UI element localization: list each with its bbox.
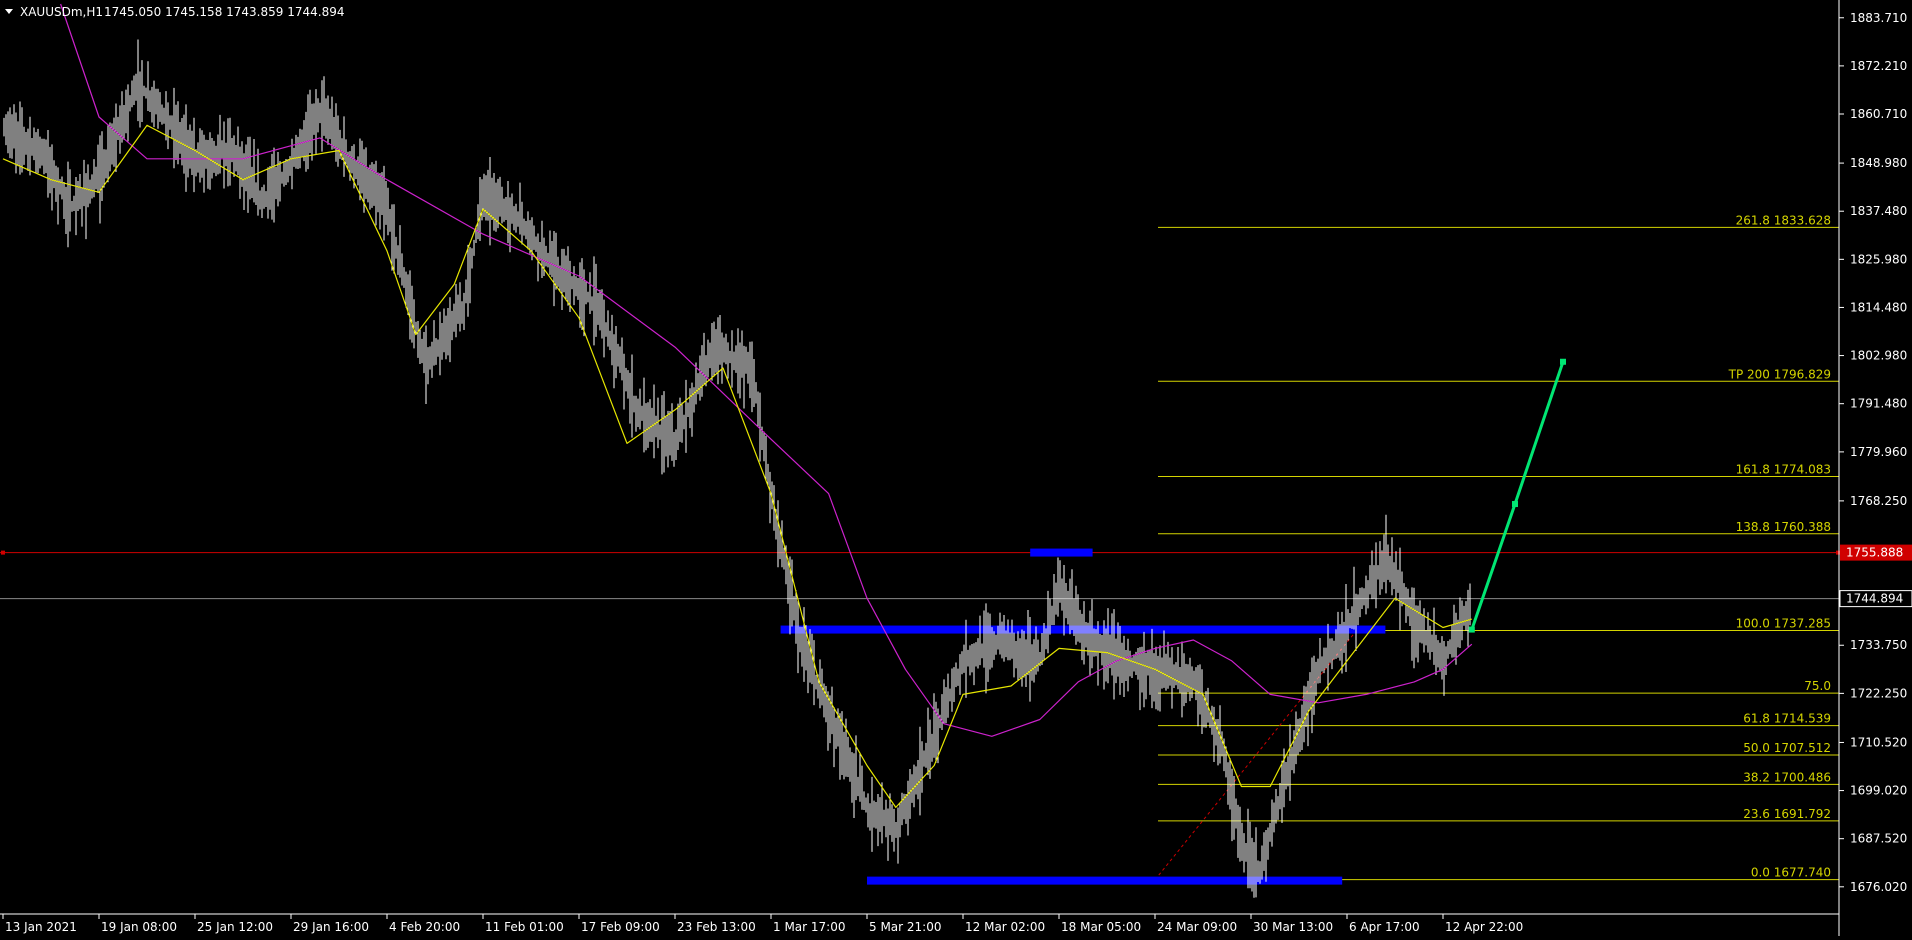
- zone-rectangle[interactable]: [867, 876, 1343, 885]
- y-tick-label: 1676.020: [1850, 880, 1907, 894]
- y-tick-label: 1837.480: [1850, 204, 1907, 218]
- x-tick-label: 12 Mar 02:00: [965, 920, 1045, 934]
- x-tick-label: 25 Jan 12:00: [197, 920, 273, 934]
- fib-level-label: 75.0: [1804, 679, 1831, 693]
- y-tick-label: 1814.480: [1850, 300, 1907, 314]
- fib-level-label: 138.8 1760.388: [1736, 520, 1831, 534]
- projection-point[interactable]: [1512, 501, 1518, 508]
- projection-point[interactable]: [1560, 358, 1566, 365]
- chart-canvas[interactable]: 261.8 1833.628 TP 200 1796.829 161.8 1774.…: [0, 0, 1912, 936]
- y-tick-label: 1872.210: [1850, 59, 1907, 73]
- fib-level-label: 38.2 1700.486: [1743, 770, 1831, 784]
- alert-line-handle[interactable]: [1, 550, 5, 555]
- x-tick-label: 24 Mar 09:00: [1157, 920, 1237, 934]
- x-tick-label: 4 Feb 20:00: [389, 920, 460, 934]
- fib-level-label: 0.0 1677.740: [1751, 866, 1831, 880]
- x-tick-label: 11 Feb 01:00: [485, 920, 564, 934]
- fib-level-label: 61.8 1714.539: [1743, 712, 1831, 726]
- x-tick-label: 6 Apr 17:00: [1349, 920, 1420, 934]
- y-tick-label: 1825.980: [1850, 252, 1907, 266]
- x-tick-label: 23 Feb 13:00: [677, 920, 756, 934]
- y-tick-label: 1699.020: [1850, 784, 1907, 798]
- x-tick-label: 19 Jan 08:00: [101, 920, 177, 934]
- y-tick-label: 1883.710: [1850, 11, 1907, 25]
- y-tick-label: 1733.750: [1850, 638, 1907, 652]
- fib-level-label: 100.0 1737.285: [1736, 616, 1831, 630]
- y-tick-label: 1687.520: [1850, 832, 1907, 846]
- x-tick-label: 13 Jan 2021: [5, 920, 77, 934]
- zone-rectangle[interactable]: [1030, 548, 1093, 557]
- alert-price-label: 1755.888: [1846, 546, 1903, 560]
- x-tick-label: 1 Mar 17:00: [773, 920, 846, 934]
- bid-price-label: 1744.894: [1846, 592, 1903, 606]
- x-tick-label: 17 Feb 09:00: [581, 920, 660, 934]
- fib-level-label: 50.0 1707.512: [1743, 741, 1831, 755]
- chart-background: [0, 0, 1912, 936]
- y-tick-label: 1710.520: [1850, 735, 1907, 749]
- fib-level-label: 23.6 1691.792: [1743, 807, 1831, 821]
- zone-rectangle[interactable]: [780, 625, 1386, 634]
- symbol-label: XAUUSDm,H1: [20, 5, 103, 19]
- price-chart[interactable]: 261.8 1833.628 TP 200 1796.829 161.8 1774.…: [0, 0, 1912, 936]
- y-tick-label: 1722.250: [1850, 686, 1907, 700]
- x-tick-label: 30 Mar 13:00: [1253, 920, 1333, 934]
- x-tick-label: 12 Apr 22:00: [1445, 920, 1523, 934]
- x-tick-label: 29 Jan 16:00: [293, 920, 369, 934]
- y-tick-label: 1768.250: [1850, 494, 1907, 508]
- x-tick-label: 5 Mar 21:00: [869, 920, 942, 934]
- x-tick-label: 18 Mar 05:00: [1061, 920, 1141, 934]
- y-tick-label: 1848.980: [1850, 156, 1907, 170]
- chart-header: XAUUSDm,H1 1745.050 1745.158 1743.859 17…: [5, 5, 344, 19]
- fib-level-label: 161.8 1774.083: [1736, 462, 1831, 476]
- ohlc-values: 1745.050 1745.158 1743.859 1744.894: [104, 5, 344, 19]
- y-tick-label: 1860.710: [1850, 107, 1907, 121]
- projection-point[interactable]: [1468, 626, 1475, 633]
- fib-level-label: TP 200 1796.829: [1728, 367, 1831, 381]
- y-tick-label: 1802.980: [1850, 349, 1907, 363]
- y-tick-label: 1791.480: [1850, 397, 1907, 411]
- fib-level-label: 261.8 1833.628: [1736, 213, 1831, 227]
- y-tick-label: 1779.960: [1850, 445, 1907, 459]
